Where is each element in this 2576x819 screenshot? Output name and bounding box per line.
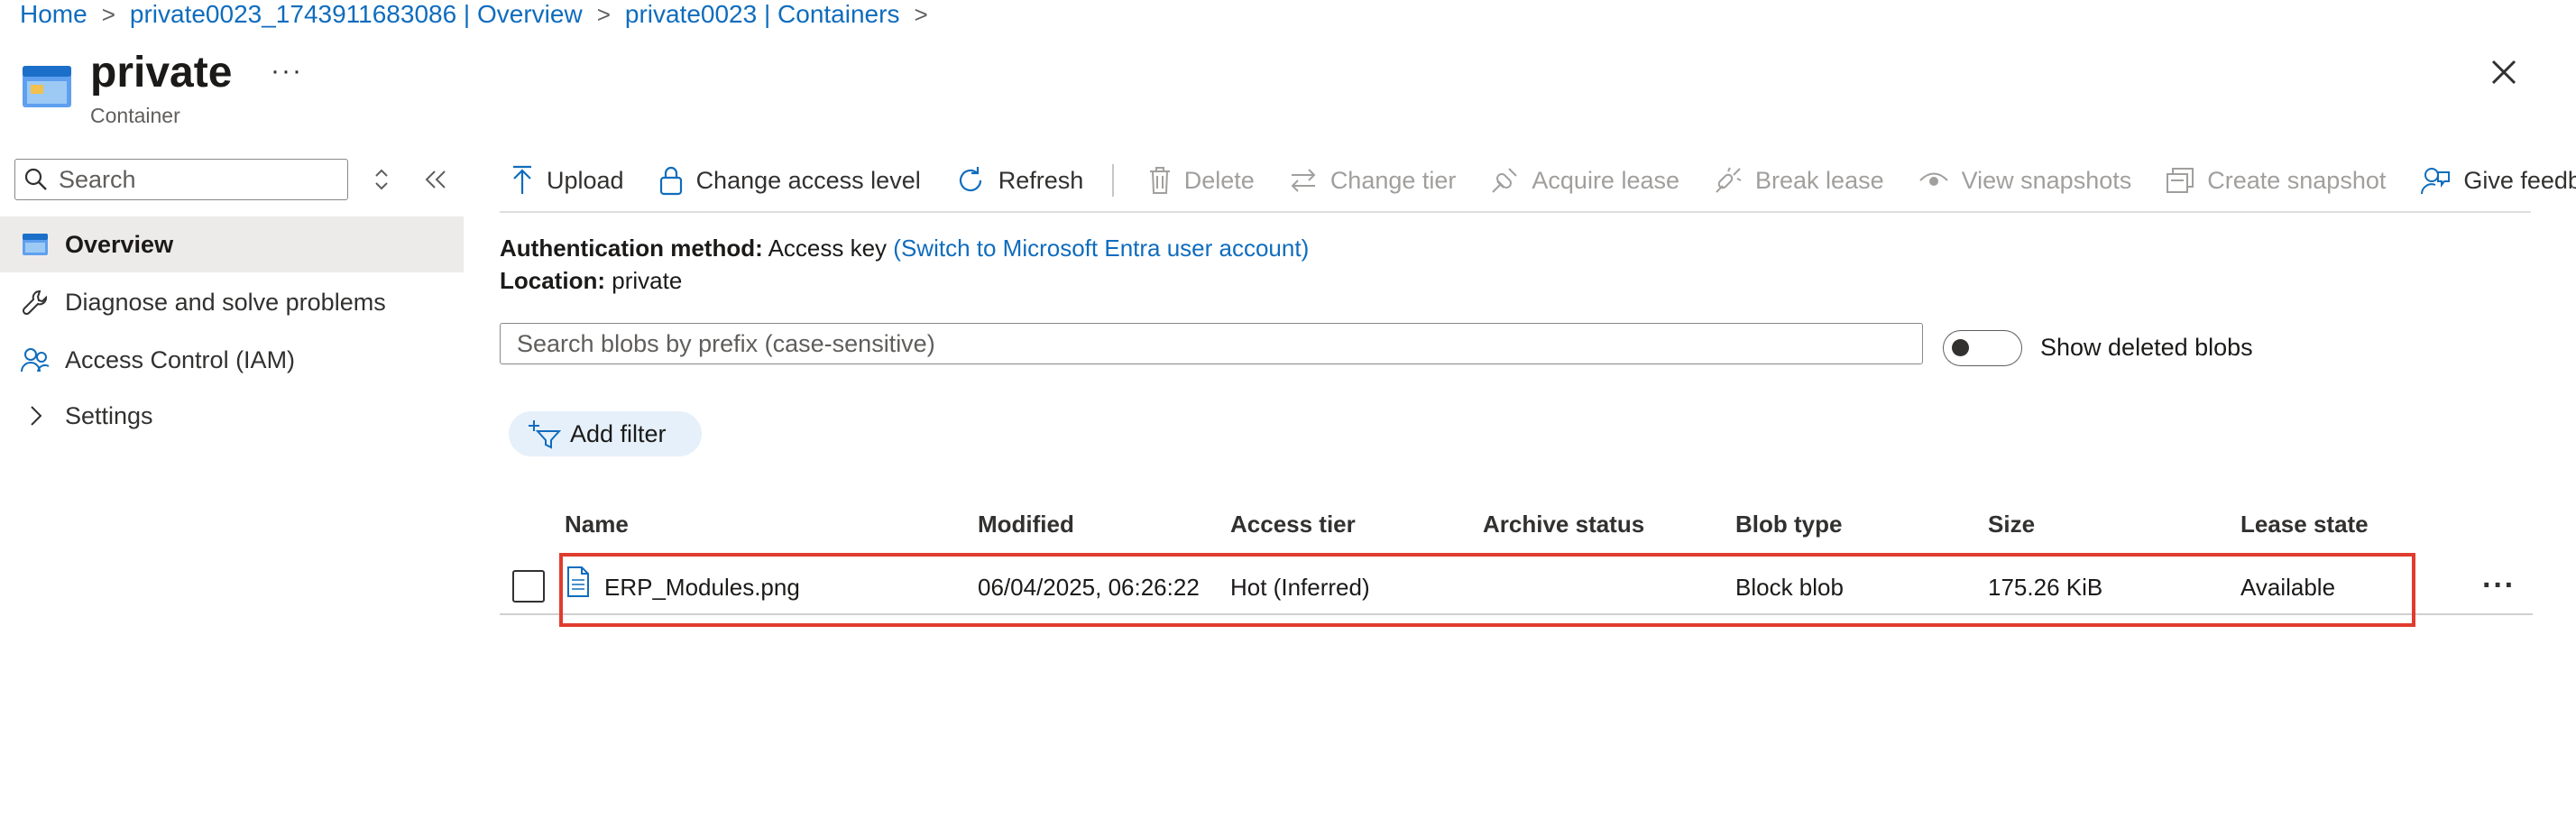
breadcrumb-containers[interactable]: private0023 | Containers: [625, 0, 900, 29]
people-icon: [20, 345, 51, 375]
more-actions-button[interactable]: ···: [271, 56, 303, 87]
close-icon[interactable]: [2486, 54, 2522, 90]
blob-search-box[interactable]: [500, 323, 1923, 364]
refresh-label: Refresh: [998, 166, 1084, 194]
column-header-size[interactable]: Size: [1988, 511, 2035, 538]
change-access-level-label: Change access level: [695, 166, 921, 194]
container-icon: [20, 229, 51, 260]
container-resource-icon: [23, 66, 71, 107]
search-icon: [24, 168, 47, 190]
give-feedback-button[interactable]: Give feedback: [2420, 165, 2576, 196]
upload-icon: [513, 165, 531, 194]
sidebar-item-settings[interactable]: Settings: [0, 388, 464, 444]
sidebar-item-label: Diagnose and solve problems: [65, 288, 386, 316]
toggle-knob: [1952, 339, 1969, 356]
page-subtitle: Container: [90, 104, 180, 127]
swap-icon: [1291, 169, 1316, 192]
blob-search-input[interactable]: [515, 328, 1908, 359]
eye-icon: [1918, 172, 1948, 186]
refresh-icon: [959, 167, 981, 192]
sidebar-item-label: Settings: [65, 401, 153, 429]
breadcrumb-separator: >: [101, 0, 115, 28]
upload-label: Upload: [547, 166, 624, 194]
auth-method-label: Authentication method:: [500, 235, 763, 262]
refresh-button[interactable]: Refresh: [955, 165, 1084, 196]
view-snapshots-label: View snapshots: [1961, 166, 2132, 194]
auth-method-value: Access key: [768, 235, 888, 262]
highlight-box: [559, 553, 2415, 627]
column-header-archive-status[interactable]: Archive status: [1483, 511, 1644, 538]
breadcrumb-home[interactable]: Home: [20, 0, 87, 29]
create-snapshot-button[interactable]: Create snapshot: [2166, 167, 2386, 195]
breadcrumb: Home > private0023_1743911683086 | Overv…: [20, 0, 943, 32]
command-bar: Upload Change access level Refresh Delet…: [511, 153, 2576, 207]
page-title: private: [90, 49, 233, 97]
sidebar-item-label: Overview: [65, 230, 174, 258]
sidebar-item-iam[interactable]: Access Control (IAM): [0, 332, 464, 388]
link-icon: [1492, 168, 1518, 193]
column-header-modified[interactable]: Modified: [978, 511, 1074, 538]
collapse-sidebar-icon[interactable]: [420, 166, 451, 193]
broken-link-icon: [1716, 167, 1742, 193]
column-header-name[interactable]: Name: [565, 511, 629, 538]
breadcrumb-separator: >: [596, 0, 611, 28]
give-feedback-label: Give feedback: [2463, 166, 2576, 194]
location-label: Location:: [500, 267, 605, 294]
row-more-actions-button[interactable]: ···: [2482, 568, 2516, 603]
delete-label: Delete: [1183, 166, 1255, 194]
trash-icon: [1149, 167, 1170, 194]
sidebar-item-label: Access Control (IAM): [65, 345, 296, 373]
column-header-access-tier[interactable]: Access tier: [1230, 511, 1356, 538]
sidebar-search-input[interactable]: [57, 164, 331, 195]
feedback-icon: [2421, 168, 2451, 195]
break-lease-button[interactable]: Break lease: [1714, 166, 1884, 195]
sidebar-item-overview[interactable]: Overview: [0, 216, 464, 272]
show-deleted-label: Show deleted blobs: [2040, 334, 2253, 361]
row-select-checkbox[interactable]: [512, 570, 545, 603]
location-row: Location: private: [500, 267, 682, 295]
breadcrumb-separator: >: [914, 0, 928, 28]
wrench-icon: [20, 287, 51, 317]
break-lease-label: Break lease: [1755, 166, 1884, 194]
toolbar-divider: [1112, 164, 1114, 197]
chevron-right-icon: [20, 400, 51, 431]
delete-button[interactable]: Delete: [1148, 166, 1255, 195]
auth-method-row: Authentication method: Access key (Switc…: [500, 235, 1309, 262]
column-header-blob-type[interactable]: Blob type: [1735, 511, 1842, 538]
snapshot-icon: [2167, 168, 2194, 193]
sort-updown-icon[interactable]: [372, 166, 391, 193]
add-filter-label: Add filter: [570, 419, 667, 447]
change-access-level-button[interactable]: Change access level: [658, 165, 921, 196]
acquire-lease-label: Acquire lease: [1532, 166, 1680, 194]
column-header-lease-state[interactable]: Lease state: [2240, 511, 2369, 538]
breadcrumb-storage-account[interactable]: private0023_1743911683086 | Overview: [130, 0, 583, 29]
lock-icon: [659, 166, 682, 196]
change-tier-label: Change tier: [1329, 166, 1457, 194]
view-snapshots-button[interactable]: View snapshots: [1918, 166, 2132, 195]
sidebar-item-diagnose[interactable]: Diagnose and solve problems: [0, 274, 464, 330]
upload-button[interactable]: Upload: [511, 165, 624, 196]
create-snapshot-label: Create snapshot: [2207, 166, 2387, 194]
acquire-lease-button[interactable]: Acquire lease: [1490, 166, 1679, 195]
toolbar-divider-line: [500, 211, 2531, 213]
show-deleted-toggle[interactable]: [1943, 330, 2022, 366]
filter-add-icon: [529, 420, 561, 449]
add-filter-button[interactable]: Add filter: [509, 411, 702, 456]
location-value: private: [612, 267, 683, 294]
switch-auth-link[interactable]: (Switch to Microsoft Entra user account): [893, 235, 1309, 262]
sidebar-search[interactable]: [14, 159, 348, 200]
change-tier-button[interactable]: Change tier: [1289, 166, 1457, 195]
